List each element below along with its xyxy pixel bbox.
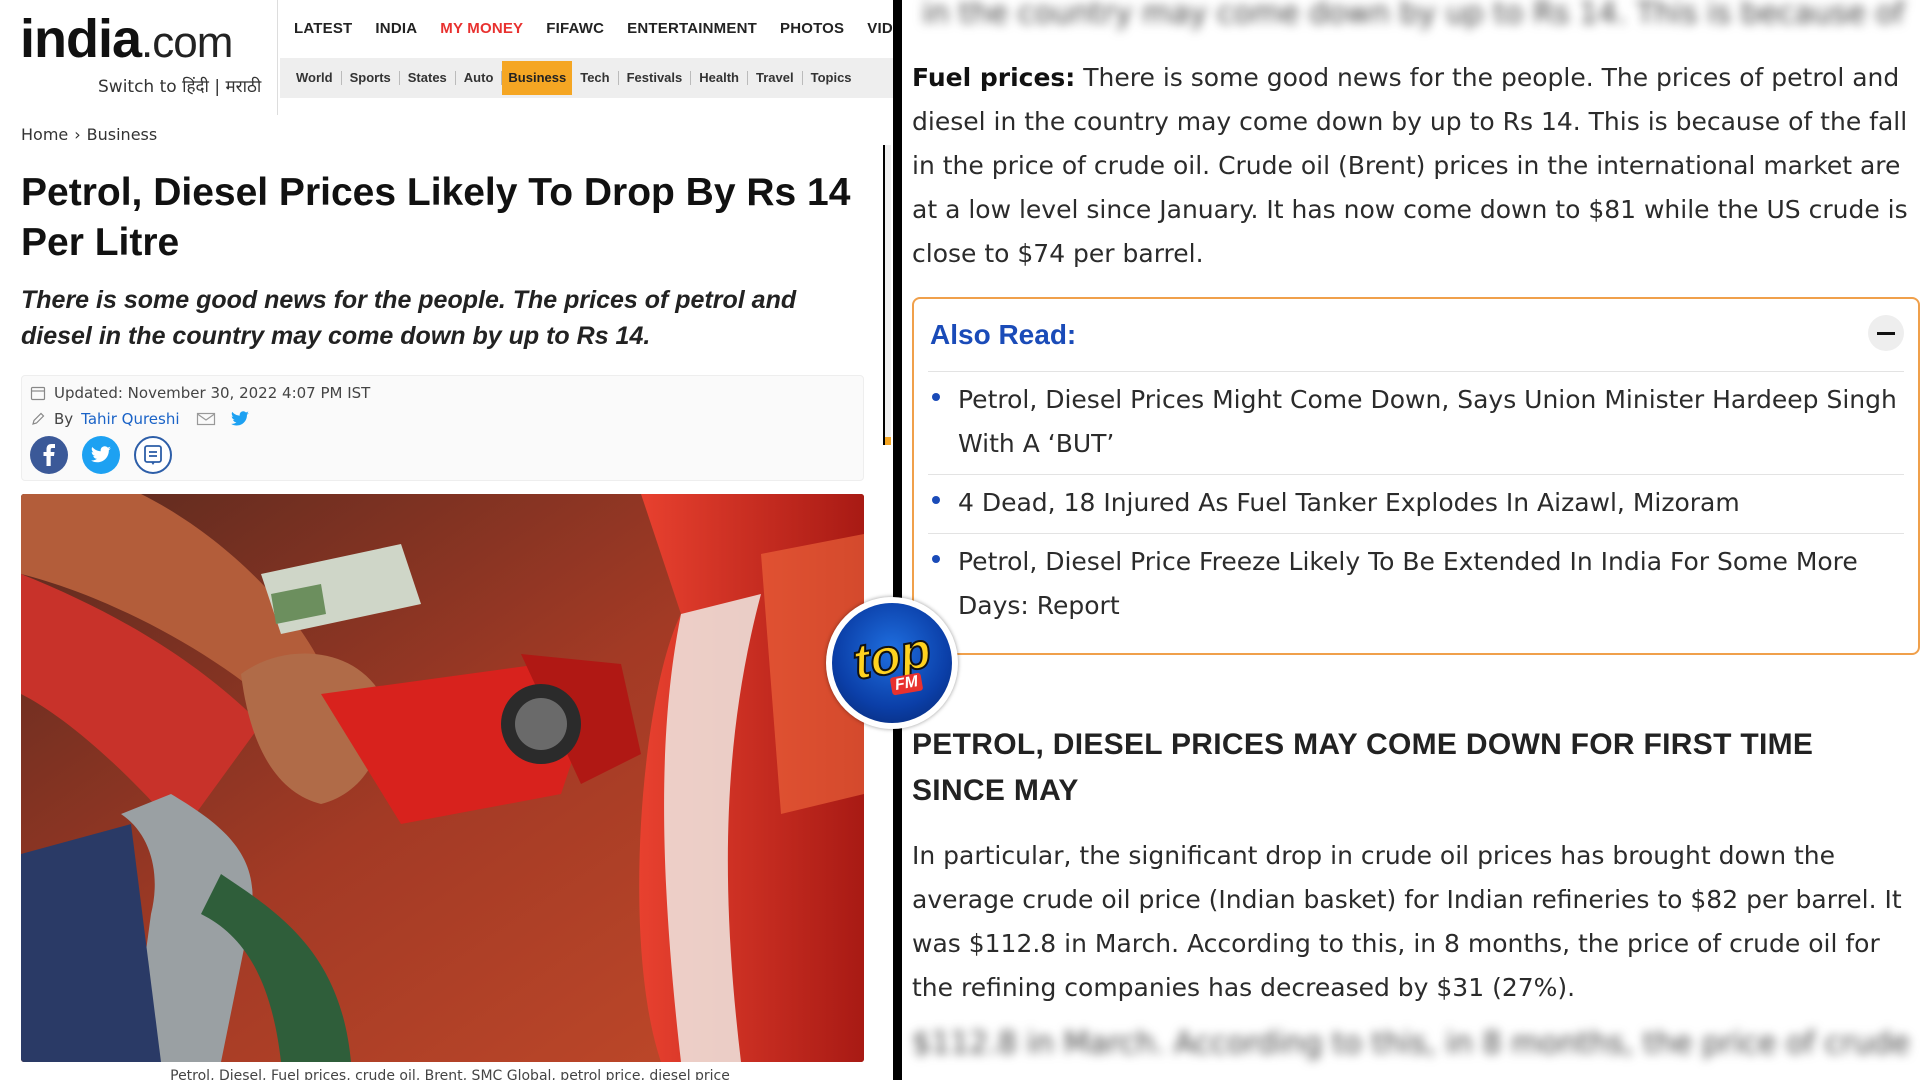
- language-switch[interactable]: Switch to हिंदी | मराठी: [98, 74, 261, 97]
- also-read-title: Also Read:: [930, 319, 1077, 350]
- blurred-bottom-text: $112.8 in March. According to this, in 8…: [912, 1026, 1910, 1061]
- nav-item-videos[interactable]: VIDEOS: [867, 20, 893, 37]
- body-paragraph: In particular, the significant drop in c…: [912, 841, 1902, 1002]
- also-read-item[interactable]: 4 Dead, 18 Injured As Fuel Tanker Explod…: [928, 474, 1904, 533]
- scrollbar[interactable]: [883, 145, 891, 445]
- share-row: [30, 436, 172, 474]
- fuel-prices-paragraph: Fuel prices: There is some good news for…: [912, 56, 1912, 276]
- article-headline: Petrol, Diesel Prices Likely To Drop By …: [21, 171, 851, 264]
- top-fm-logo: top FM: [832, 603, 952, 723]
- fuel-prices-text: There is some good news for the people. …: [912, 63, 1908, 268]
- by-label: By: [54, 410, 74, 428]
- badge-fm-text: FM: [890, 672, 924, 696]
- top-nav: LATEST INDIA MY MONEY FIFAWC ENTERTAINME…: [280, 0, 893, 56]
- collapse-button[interactable]: [1868, 315, 1904, 351]
- also-read-list: Petrol, Diesel Prices Might Come Down, S…: [928, 371, 1904, 636]
- logo-main: india: [20, 9, 142, 69]
- fuel-prices-label: Fuel prices:: [912, 63, 1076, 92]
- subnav-item-travel[interactable]: Travel: [748, 71, 803, 85]
- image-caption: Petrol, Diesel, Fuel prices, crude oil, …: [170, 1068, 730, 1080]
- nav-item-my-money[interactable]: MY MONEY: [440, 20, 523, 37]
- subnav-item-world[interactable]: World: [288, 71, 342, 85]
- nav-item-latest[interactable]: LATEST: [294, 20, 352, 37]
- logo-area: india.com Switch to हिंदी | मराठी: [0, 0, 278, 115]
- scrollbar-thumb[interactable]: [885, 437, 891, 445]
- breadcrumb: Home › Business: [21, 125, 157, 144]
- section-subheading: PETROL, DIESEL PRICES MAY COME DOWN FOR …: [912, 728, 1814, 807]
- subnav-item-states[interactable]: States: [400, 71, 456, 85]
- panel-divider: [893, 0, 902, 1080]
- twitter-share-button[interactable]: [82, 436, 120, 474]
- nav-item-fifawc[interactable]: FIFAWC: [546, 20, 604, 37]
- subnav-item-auto[interactable]: Auto: [456, 71, 503, 85]
- site-logo[interactable]: india.com: [20, 8, 233, 70]
- updated-row: Updated: November 30, 2022 4:07 PM IST: [30, 384, 370, 402]
- twitter-icon: [91, 446, 111, 463]
- fuel-nozzle-illustration: [21, 494, 864, 1062]
- subnav-item-business[interactable]: Business: [502, 61, 573, 95]
- article-summary: There is some good news for the people. …: [21, 286, 797, 350]
- facebook-icon: [43, 444, 55, 466]
- top-fm-badge: top FM: [826, 597, 958, 729]
- subnav-item-tech[interactable]: Tech: [572, 71, 619, 85]
- facebook-share-button[interactable]: [30, 436, 68, 474]
- subnav-item-topics[interactable]: Topics: [803, 71, 860, 85]
- pencil-icon: [32, 412, 45, 425]
- breadcrumb-separator: ›: [74, 125, 81, 144]
- site-header: india.com Switch to हिंदी | मराठी LATEST…: [0, 0, 893, 115]
- author-link[interactable]: Tahir Qureshi: [81, 410, 179, 428]
- breadcrumb-home[interactable]: Home: [21, 125, 68, 144]
- calendar-icon: [30, 386, 46, 401]
- also-read-box: Also Read: Petrol, Diesel Prices Might C…: [912, 297, 1920, 655]
- subnav-item-festivals[interactable]: Festivals: [619, 71, 692, 85]
- twitter-icon[interactable]: [230, 411, 250, 427]
- also-read-item[interactable]: Petrol, Diesel Prices Might Come Down, S…: [928, 371, 1904, 474]
- nav-item-india[interactable]: INDIA: [375, 20, 417, 37]
- article-meta: Updated: November 30, 2022 4:07 PM IST B…: [21, 375, 864, 481]
- nav-item-entertainment[interactable]: ENTERTAINMENT: [627, 20, 757, 37]
- nav-item-photos[interactable]: PHOTOS: [780, 20, 844, 37]
- author-row: By Tahir Qureshi: [30, 410, 250, 428]
- comment-button[interactable]: [134, 436, 172, 474]
- mail-icon[interactable]: [196, 411, 216, 427]
- article-page-left: india.com Switch to हिंदी | मराठी LATEST…: [0, 0, 893, 1080]
- article-page-right: in the country may come down by up to Rs…: [902, 0, 1920, 1080]
- sub-nav: World Sports States Auto Business Tech F…: [280, 58, 893, 98]
- updated-date: Updated: November 30, 2022 4:07 PM IST: [54, 384, 371, 402]
- subnav-item-health[interactable]: Health: [691, 71, 748, 85]
- breadcrumb-business[interactable]: Business: [87, 125, 158, 144]
- logo-suffix: .com: [141, 18, 233, 67]
- also-read-item[interactable]: Petrol, Diesel Price Freeze Likely To Be…: [928, 533, 1904, 636]
- blurred-top-text: in the country may come down by up to Rs…: [922, 0, 1905, 31]
- article-hero-image: [21, 494, 864, 1062]
- collapse-icon: [1877, 331, 1895, 335]
- comment-icon: [144, 445, 162, 465]
- subnav-item-sports[interactable]: Sports: [342, 71, 400, 85]
